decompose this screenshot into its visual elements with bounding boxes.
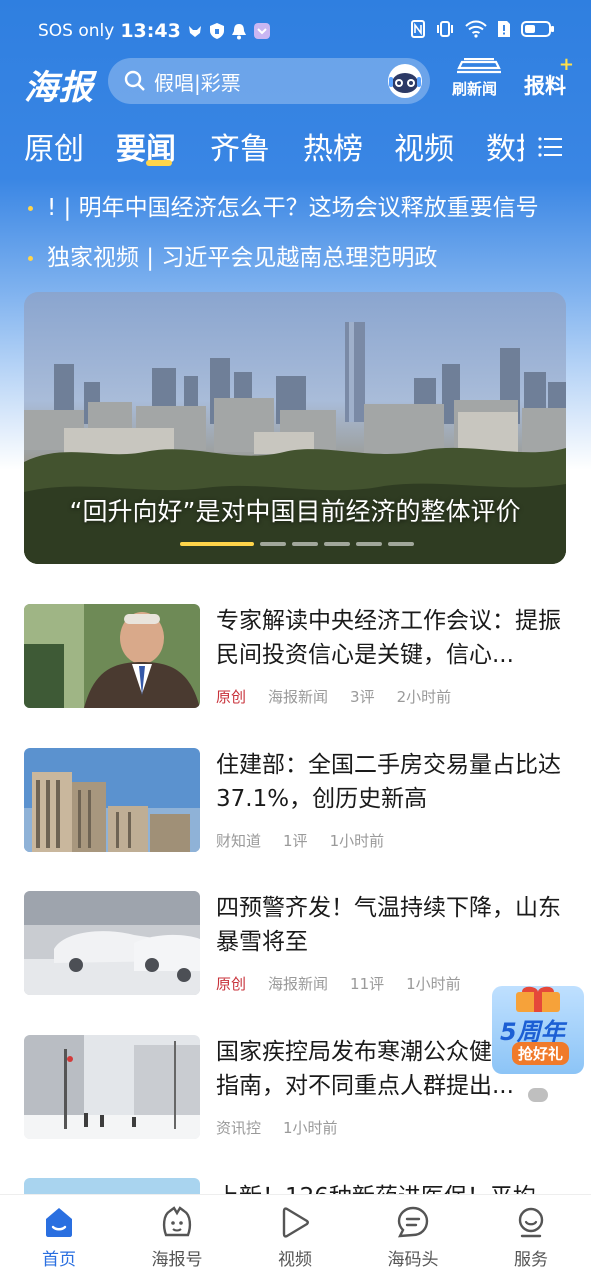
news-title: 住建部：全国二手房交易量占比达37.1%，创历史新高: [216, 752, 561, 812]
sim-alert-icon: [498, 21, 510, 37]
clock: 13:43: [120, 20, 181, 42]
refresh-news-button[interactable]: 刷新闻: [452, 58, 504, 100]
news-source: 海报新闻: [268, 688, 329, 706]
nav-video[interactable]: 视频: [255, 1205, 335, 1270]
nav-service[interactable]: 服务: [491, 1205, 571, 1270]
nfc-icon: [411, 20, 425, 38]
face-icon: [162, 1206, 192, 1237]
news-thumbnail: [24, 891, 200, 995]
play-icon: [282, 1207, 309, 1238]
news-source: 海报新闻: [268, 975, 329, 993]
nav-video-label: 视频: [278, 1250, 312, 1270]
news-comments: 3评: [350, 688, 375, 706]
tab-hot-list[interactable]: 热榜: [303, 124, 363, 168]
news-item[interactable]: 住建部：全国二手房交易量占比达37.1%，创历史新高 财知道 1评 1小时前: [0, 748, 591, 868]
news-item[interactable]: 上新！126种新药进医保！平均: [0, 1178, 591, 1194]
bell-icon: [231, 24, 246, 40]
search-icon: [124, 70, 145, 91]
news-meta: 原创 海报新闻 11评 1小时前: [216, 973, 483, 994]
app-notification-icon: [253, 23, 270, 39]
news-meta: 原创 海报新闻 3评 2小时前: [216, 686, 473, 707]
news-time: 1小时前: [406, 975, 461, 993]
news-thumbnail: [24, 1035, 200, 1139]
nav-service-label: 服务: [514, 1250, 548, 1270]
news-item[interactable]: 专家解读中央经济工作会议：提振民间投资信心是关键，信心... 原创 海报新闻 3评 2…: [0, 604, 591, 724]
status-bar: SOS only 13:43: [0, 0, 591, 64]
news-title: 上新！126种新药进医保！平均: [216, 1180, 566, 1194]
channel-menu-icon[interactable]: [538, 136, 562, 158]
vibrate-icon: [437, 21, 453, 37]
tab-original[interactable]: 原创: [24, 124, 84, 168]
tab-video[interactable]: 视频: [394, 124, 454, 168]
refresh-news-label: 刷新闻: [452, 80, 498, 98]
ai-robot-icon[interactable]: [386, 63, 424, 99]
original-tag: 原创: [216, 688, 247, 706]
carousel-dot: [260, 542, 286, 546]
carousel-dot: [292, 542, 318, 546]
tab-headlines[interactable]: 要闻: [116, 124, 176, 168]
bullet-icon: [28, 256, 33, 261]
bottom-nav: 首页 海报号 视频 海码头 服务: [0, 1194, 591, 1281]
news-thumbnail: [24, 1178, 200, 1194]
fox-icon: [188, 26, 201, 37]
nav-home-label: 首页: [42, 1250, 76, 1270]
chat-icon: [397, 1206, 429, 1238]
nav-pier[interactable]: 海码头: [373, 1205, 453, 1270]
news-thumbnail: [24, 604, 200, 708]
newspaper-stack-icon: [457, 58, 501, 74]
plus-icon: +: [558, 54, 574, 75]
nav-haibao-account[interactable]: 海报号: [137, 1205, 217, 1270]
news-title: 四预警齐发！气温持续下降，山东暴雪将至: [216, 895, 561, 955]
anniversary-promo-button[interactable]: 5周年 抢好礼: [492, 986, 584, 1074]
tab-qilu[interactable]: 齐鲁: [210, 124, 270, 168]
battery-icon: [521, 21, 554, 37]
close-icon[interactable]: [528, 1088, 548, 1102]
nav-pier-label: 海码头: [387, 1250, 439, 1270]
ticker-item[interactable]: ! | 明年中国经济怎么干？这场会议释放重要信号: [28, 188, 539, 222]
tab-data[interactable]: 数据: [486, 124, 524, 168]
carousel-dot: [356, 542, 382, 546]
shield-icon: [209, 23, 224, 39]
app-logo[interactable]: 海报: [24, 60, 94, 109]
carousel-dot: [180, 542, 254, 546]
wifi-icon: [465, 20, 487, 38]
featured-banner[interactable]: “回升向好”是对中国目前经济的整体评价: [24, 292, 566, 564]
promo-subtitle: 抢好礼: [512, 1042, 570, 1065]
news-title: 专家解读中央经济工作会议：提振民间投资信心是关键，信心...: [216, 608, 561, 668]
active-tab-indicator: [146, 160, 172, 166]
bullet-icon: [28, 206, 33, 211]
news-time: 1小时前: [283, 1119, 338, 1137]
search-bar[interactable]: 假唱|彩票: [108, 58, 430, 104]
news-comments: 11评: [350, 975, 385, 993]
news-meta: 资讯控 1小时前: [216, 1117, 360, 1138]
news-source: 财知道: [216, 832, 262, 850]
nav-haibao-label: 海报号: [151, 1250, 203, 1270]
carousel-dot: [324, 542, 350, 546]
home-icon: [46, 1208, 72, 1237]
news-comments: 1评: [283, 832, 308, 850]
carousel-dot: [388, 542, 414, 546]
report-button[interactable]: 报料 +: [524, 54, 574, 100]
banner-caption: “回升向好”是对中国目前经济的整体评价: [69, 497, 521, 526]
news-thumbnail: [24, 748, 200, 852]
nav-home[interactable]: 首页: [19, 1205, 99, 1270]
service-icon: [518, 1207, 544, 1238]
channel-tabs: 原创 要闻 齐鲁 热榜 视频 数据: [24, 124, 524, 170]
carrier-label: SOS only: [38, 21, 115, 41]
news-meta: 财知道 1评 1小时前: [216, 830, 406, 851]
news-time: 1小时前: [329, 832, 385, 850]
search-placeholder: 假唱|彩票: [154, 70, 241, 95]
original-tag: 原创: [216, 975, 247, 993]
news-source: 资讯控: [216, 1119, 262, 1137]
ticker-item[interactable]: 独家视频 | 习近平会见越南总理范明政: [28, 238, 437, 272]
news-time: 2小时前: [396, 688, 452, 706]
